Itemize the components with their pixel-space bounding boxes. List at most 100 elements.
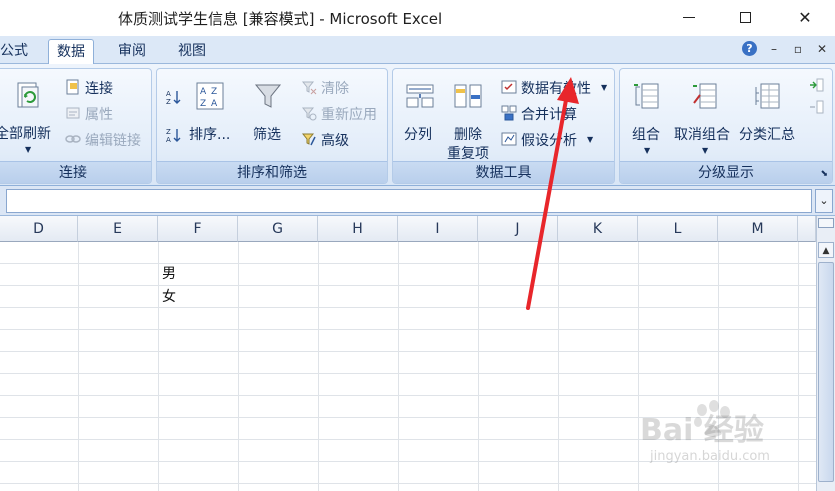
svg-text:Z: Z [166, 98, 171, 105]
workbook-controls: ? – ▫ ✕ [742, 41, 829, 56]
filter-button[interactable]: 筛选 [253, 124, 281, 144]
tab-formulas[interactable]: 公式 [0, 39, 36, 64]
edit-links-button[interactable]: 编辑链接 [85, 130, 141, 150]
column-divider [318, 242, 319, 491]
column-header-n[interactable] [798, 216, 816, 242]
consolidate-button[interactable]: 合并计算 [521, 104, 577, 124]
cell-f-male[interactable]: 男 [162, 263, 176, 283]
ungroup-dropdown-icon[interactable]: ▼ [702, 146, 708, 155]
title-bar: 体质测试学生信息 [兼容模式] - Microsoft Excel ✕ [0, 0, 835, 36]
remove-duplicates-button-line1[interactable]: 删除 [454, 124, 482, 144]
text-to-columns-button[interactable]: 分列 [404, 124, 432, 144]
subtotal-button[interactable]: 分类汇总 [739, 124, 795, 144]
svg-text:Z: Z [166, 128, 171, 136]
column-divider [158, 242, 159, 491]
column-header-i[interactable]: I [398, 216, 478, 242]
help-icon[interactable]: ? [742, 41, 757, 56]
column-divider [638, 242, 639, 491]
group-outline: 组合 ▼ 取消组合 ▼ 分类汇总 分级显示 ⬊ [619, 68, 833, 184]
advanced-filter-icon [301, 133, 316, 146]
sort-descending-icon[interactable]: Z A [165, 127, 181, 143]
tab-review[interactable]: 审阅 [110, 39, 154, 64]
clear-button[interactable]: 清除 [321, 78, 349, 98]
ungroup-icon [693, 83, 717, 109]
clear-filter-icon [301, 81, 317, 95]
remove-duplicates-button-line2[interactable]: 重复项 [447, 143, 489, 163]
svg-text:A: A [200, 87, 207, 97]
properties-icon [66, 107, 80, 119]
group-sort-filter: A Z Z A A Z Z A 排序... 筛选 清除 重新应用 高级 排序和筛… [156, 68, 388, 184]
workbook-close-icon[interactable]: ✕ [815, 42, 829, 56]
watermark-url: jingyan.baidu.com [650, 449, 770, 464]
dialog-launcher-icon[interactable]: ⬊ [820, 169, 828, 179]
connections-button[interactable]: 连接 [85, 78, 113, 98]
group-button[interactable]: 组合 [632, 124, 660, 144]
connections-icon [66, 79, 79, 95]
svg-text:A: A [166, 90, 171, 98]
column-header-j[interactable]: J [478, 216, 558, 242]
column-header-g[interactable]: G [238, 216, 318, 242]
split-box[interactable] [818, 218, 834, 228]
expand-formula-bar-icon[interactable]: ⌄ [815, 189, 833, 213]
svg-text:A: A [211, 99, 218, 109]
column-header-d[interactable]: D [0, 216, 78, 242]
ribbon: 全部刷新 ▼ 连接 属性 编辑链接 连接 A Z Z A A Z Z A 排序.… [0, 64, 835, 186]
filter-icon [254, 84, 282, 108]
text-to-columns-icon [406, 84, 434, 108]
show-detail-icon[interactable] [808, 77, 824, 93]
hide-detail-icon[interactable] [808, 99, 824, 115]
formula-input[interactable] [6, 189, 812, 213]
column-header-e[interactable]: E [78, 216, 158, 242]
tab-data[interactable]: 数据 [48, 39, 94, 65]
tab-view[interactable]: 视图 [170, 39, 214, 64]
column-divider [238, 242, 239, 491]
svg-text:Z: Z [200, 99, 206, 109]
close-button[interactable]: ✕ [777, 0, 833, 34]
column-header-f[interactable]: F [158, 216, 238, 242]
group-icon [634, 83, 659, 109]
svg-text:A: A [166, 136, 171, 143]
scroll-up-icon[interactable]: ▲ [818, 242, 834, 258]
group-dropdown-icon[interactable]: ▼ [644, 146, 650, 155]
data-validation-dropdown-icon[interactable]: ▼ [601, 83, 607, 92]
vertical-scrollbar[interactable]: ▲ [816, 216, 835, 491]
consolidate-icon [501, 105, 517, 121]
column-divider [798, 242, 799, 491]
minimize-button[interactable] [661, 0, 717, 34]
cell-f-female[interactable]: 女 [162, 286, 176, 306]
group-label-outline: 分级显示 [620, 161, 832, 183]
svg-text:Z: Z [211, 87, 217, 97]
column-header-h[interactable]: H [318, 216, 398, 242]
refresh-all-button[interactable]: 全部刷新 [0, 123, 51, 143]
properties-button[interactable]: 属性 [85, 104, 113, 124]
maximize-icon [739, 11, 751, 23]
data-validation-button[interactable]: 数据有效性 [521, 78, 591, 98]
group-label-connections: 连接 [0, 161, 151, 183]
workbook-minimize-icon[interactable]: – [767, 42, 781, 56]
what-if-dropdown-icon[interactable]: ▼ [587, 135, 593, 144]
data-validation-icon [501, 80, 517, 94]
column-header-l[interactable]: L [638, 216, 718, 242]
column-divider [78, 242, 79, 491]
reapply-button[interactable]: 重新应用 [321, 104, 377, 124]
chevron-down-icon[interactable]: ▼ [25, 145, 31, 154]
group-data-tools: 分列 删除 重复项 数据有效性 ▼ 合并计算 假设分析 ▼ 数据工具 [392, 68, 615, 184]
ungroup-button[interactable]: 取消组合 [674, 124, 730, 144]
minimize-icon [683, 16, 695, 18]
watermark-brand: Bai 经验 [640, 413, 764, 448]
column-header-m[interactable]: M [718, 216, 798, 242]
workbook-restore-icon[interactable]: ▫ [791, 42, 805, 56]
sort-button[interactable]: 排序... [189, 124, 230, 144]
group-connections: 全部刷新 ▼ 连接 属性 编辑链接 连接 [0, 68, 152, 184]
column-header-k[interactable]: K [558, 216, 638, 242]
what-if-analysis-icon [501, 132, 517, 146]
group-label-sort-filter: 排序和筛选 [157, 161, 387, 183]
column-divider [398, 242, 399, 491]
sort-icon: A Z Z A [196, 82, 224, 110]
what-if-analysis-button[interactable]: 假设分析 [521, 130, 577, 150]
sort-ascending-icon[interactable]: A Z [165, 89, 181, 105]
scroll-thumb[interactable] [818, 262, 834, 482]
advanced-button[interactable]: 高级 [321, 130, 349, 150]
maximize-button[interactable] [717, 0, 773, 34]
ribbon-tab-bar: 公式 数据 审阅 视图 ? – ▫ ✕ [0, 36, 835, 65]
